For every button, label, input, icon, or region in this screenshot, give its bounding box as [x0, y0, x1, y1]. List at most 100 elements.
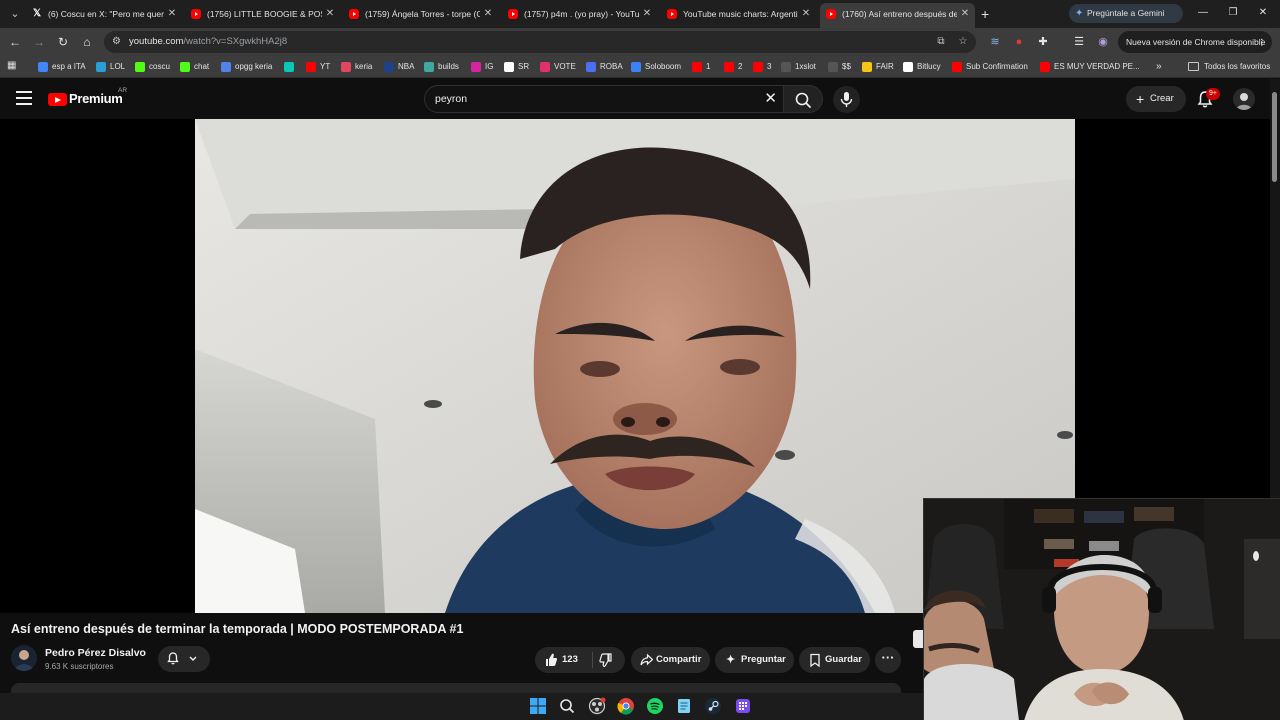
extension-shield-icon[interactable]: ●: [1010, 33, 1028, 51]
close-tab-icon[interactable]: ✕: [959, 3, 971, 25]
like-count[interactable]: 123: [562, 647, 578, 673]
bookmark-item[interactable]: [284, 59, 298, 75]
calendar-app-icon[interactable]: [734, 697, 752, 715]
bookmark-item[interactable]: chat: [180, 59, 209, 75]
address-bar[interactable]: ⚙ youtube.com/watch?v=SXgwkhHA2j8 ⧉ ☆: [104, 31, 976, 53]
bookmark-item[interactable]: 3: [753, 59, 771, 75]
bookmark-label: keria: [355, 62, 373, 71]
account-avatar[interactable]: [1233, 88, 1255, 110]
steam-app-icon[interactable]: [704, 697, 722, 715]
more-actions-icon[interactable]: ···: [875, 647, 901, 673]
browser-tab[interactable]: 𝕏 (6) Coscu en X: "Pero me quería ✕: [26, 3, 182, 25]
description-box[interactable]: [11, 683, 901, 693]
like-dislike-group: 123: [535, 647, 625, 673]
browser-tab[interactable]: (1759) Ángela Torres - torpe (O ✕: [343, 3, 498, 25]
chrome-update-button[interactable]: Nueva versión de Chrome disponible ⋮: [1118, 31, 1272, 53]
bookmark-item[interactable]: opgg keria: [221, 59, 272, 75]
bookmark-star-icon[interactable]: ☆: [956, 35, 970, 49]
home-icon[interactable]: ⌂: [78, 33, 96, 51]
site-settings-icon[interactable]: ⚙: [112, 35, 124, 49]
channel-name[interactable]: Pedro Pérez Disalvo: [45, 647, 146, 659]
bookmark-item[interactable]: ROBA: [586, 59, 623, 75]
bookmark-favicon-icon: [306, 62, 316, 72]
taskbar-search-icon[interactable]: [558, 697, 576, 715]
close-tab-icon[interactable]: ✕: [800, 3, 812, 25]
youtube-favicon-icon: [826, 9, 836, 19]
close-tab-icon[interactable]: ✕: [641, 3, 653, 25]
bookmark-favicon-icon: [424, 62, 434, 72]
page-scrollbar-thumb[interactable]: [1272, 92, 1277, 182]
browser-tab[interactable]: YouTube music charts: Argentina ✕: [661, 3, 816, 25]
notepad-app-icon[interactable]: [675, 697, 693, 715]
bookmark-item[interactable]: YT: [306, 59, 330, 75]
apps-grid-icon[interactable]: ▦: [7, 60, 19, 72]
new-tab-plus-icon[interactable]: +: [981, 4, 995, 24]
close-tab-icon[interactable]: ✕: [324, 3, 336, 25]
bookmark-item[interactable]: IG: [471, 59, 493, 75]
bookmark-item[interactable]: $$: [828, 59, 851, 75]
bookmark-item[interactable]: LOL: [96, 59, 125, 75]
minimize-icon[interactable]: —: [1193, 4, 1213, 22]
thumbs-down-icon[interactable]: [599, 647, 613, 684]
bookmark-item[interactable]: NBA: [384, 59, 414, 75]
bookmark-item[interactable]: Soloboom: [631, 59, 681, 75]
spotify-app-icon[interactable]: [646, 697, 664, 715]
gemini-button[interactable]: ✦ Pregúntale a Gemini: [1069, 4, 1183, 23]
tab-search-chevron-icon[interactable]: ⌄: [6, 5, 24, 23]
channel-avatar[interactable]: [11, 645, 37, 671]
reload-icon[interactable]: ↻: [54, 33, 72, 51]
sidebar-toggle-tab[interactable]: [913, 630, 923, 648]
bookmark-item[interactable]: esp a ITA: [38, 59, 86, 75]
install-app-icon[interactable]: ⧉: [934, 35, 948, 49]
clear-search-icon[interactable]: ✕: [764, 86, 777, 112]
share-button[interactable]: Compartir: [631, 647, 710, 673]
bookmark-item[interactable]: 2: [724, 59, 742, 75]
browser-tab[interactable]: (1757) p4m . (yo pray) - YouTube ✕: [502, 3, 657, 25]
subscription-notifications-button[interactable]: [158, 646, 210, 672]
bookmark-item[interactable]: SR: [504, 59, 529, 75]
bookmark-favicon-icon: [135, 62, 145, 72]
url-text: youtube.com/watch?v=SXgwkhHA2j8: [129, 36, 288, 47]
bookmark-item[interactable]: ES MUY VERDAD PE...: [1040, 59, 1140, 75]
bookmark-item[interactable]: Sub Confirmation: [952, 59, 1028, 75]
folder-icon: [1188, 62, 1199, 71]
obs-app-icon[interactable]: [588, 697, 606, 715]
bookmark-item[interactable]: coscu: [135, 59, 170, 75]
voice-search-button[interactable]: [833, 86, 860, 113]
browser-tab[interactable]: (1756) LITTLE BOOGIE & POST ✕: [185, 3, 340, 25]
restore-icon[interactable]: ❐: [1223, 4, 1243, 22]
search-input[interactable]: peyron ✕: [424, 85, 784, 113]
back-arrow-icon[interactable]: ←: [6, 33, 24, 51]
bookmark-item[interactable]: VOTE: [540, 59, 576, 75]
bookmark-favicon-icon: [504, 62, 514, 72]
youtube-play-icon: [48, 93, 67, 106]
windows-start-icon[interactable]: [529, 697, 547, 715]
bookmark-item[interactable]: 1xslot: [781, 59, 816, 75]
ask-button[interactable]: ✦ Preguntar: [715, 647, 794, 673]
profile-avatar-icon[interactable]: ◉: [1094, 33, 1112, 51]
search-button[interactable]: [783, 85, 823, 113]
chrome-app-icon[interactable]: [617, 697, 635, 715]
window-close-icon[interactable]: ✕: [1253, 4, 1273, 22]
close-tab-icon[interactable]: ✕: [166, 3, 178, 25]
close-tab-icon[interactable]: ✕: [482, 3, 494, 25]
all-bookmarks-button[interactable]: Todos los favoritos: [1188, 59, 1270, 75]
bookmark-item[interactable]: Bitlucy: [903, 59, 941, 75]
bookmark-item[interactable]: keria: [341, 59, 372, 75]
bookmark-item[interactable]: 1: [692, 59, 710, 75]
browser-tab-active[interactable]: (1760) Así entreno después de ✕: [820, 3, 975, 28]
thumbs-up-icon[interactable]: [544, 647, 558, 684]
bookmark-item[interactable]: builds: [424, 59, 459, 75]
menu-hamburger-icon[interactable]: [16, 91, 32, 105]
extensions-puzzle-icon[interactable]: ✚: [1034, 33, 1052, 51]
update-label: Nueva versión de Chrome disponible: [1126, 37, 1266, 47]
bookmark-label: ES MUY VERDAD PE...: [1054, 62, 1140, 71]
reading-list-icon[interactable]: ☰: [1070, 33, 1088, 51]
bookmark-favicon-icon: [540, 62, 550, 72]
extension-wave-icon[interactable]: ≋: [986, 33, 1004, 51]
create-button[interactable]: + Crear: [1126, 86, 1186, 112]
bookmark-item[interactable]: FAIR: [862, 59, 894, 75]
save-button[interactable]: Guardar: [799, 647, 870, 673]
forward-arrow-icon[interactable]: →: [30, 33, 48, 51]
more-bookmarks-chevron-icon[interactable]: »: [1156, 59, 1162, 75]
